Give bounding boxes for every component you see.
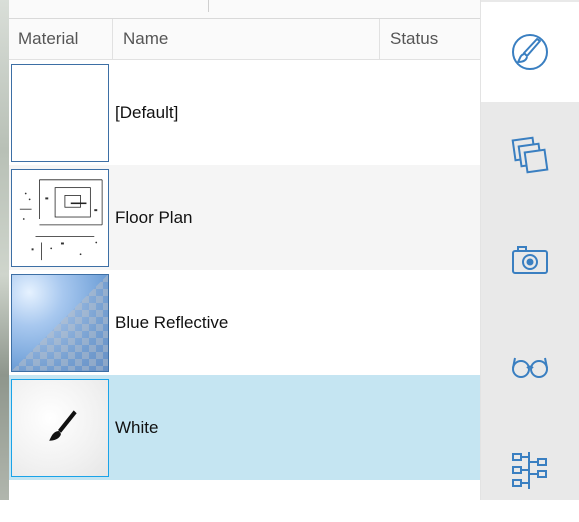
layers-tool-button[interactable] — [481, 102, 579, 207]
column-header-status[interactable]: Status — [380, 19, 480, 59]
panel-topbar — [9, 0, 480, 19]
transparency-checker — [12, 274, 108, 371]
background-strip — [0, 0, 9, 500]
material-name: Floor Plan — [115, 207, 193, 227]
paint-brush-icon — [512, 34, 548, 70]
material-name: White — [115, 417, 159, 437]
table-row[interactable]: Blue Reflective — [9, 270, 480, 375]
glasses-icon — [512, 357, 548, 378]
right-toolbar — [481, 0, 579, 500]
camera-icon — [512, 245, 548, 274]
material-thumbnail-floor-plan — [11, 168, 109, 267]
layers-icon — [511, 136, 549, 173]
camera-tool-button[interactable] — [481, 207, 579, 312]
material-thumbnail-blue-reflective — [11, 273, 109, 372]
topbar-divider — [208, 0, 209, 12]
column-header-material-label: Material — [18, 29, 79, 48]
table-header: Material Name Status — [9, 19, 480, 60]
table-row-selected[interactable]: White — [9, 375, 480, 480]
hierarchy-tool-button[interactable] — [481, 417, 579, 522]
material-name: [Default] — [115, 102, 179, 122]
view-tool-button[interactable] — [481, 312, 579, 417]
column-header-status-label: Status — [390, 29, 439, 48]
table-row[interactable]: Floor Plan — [9, 165, 480, 270]
material-thumbnail-white — [11, 378, 109, 477]
hierarchy-icon — [512, 451, 547, 489]
materials-panel: Material Name Status [Default] Floor Pla… — [9, 0, 481, 500]
material-thumbnail-default — [11, 63, 109, 162]
paintbrush-thumbnail-icon — [49, 409, 77, 441]
floor-plan-drawing — [19, 178, 103, 260]
materials-tool-button[interactable] — [481, 2, 579, 102]
column-header-name-label: Name — [123, 29, 169, 48]
column-header-material[interactable]: Material — [9, 19, 113, 59]
column-header-name[interactable]: Name — [113, 19, 380, 59]
table-row[interactable]: [Default] — [9, 60, 480, 165]
material-name: Blue Reflective — [115, 312, 229, 332]
